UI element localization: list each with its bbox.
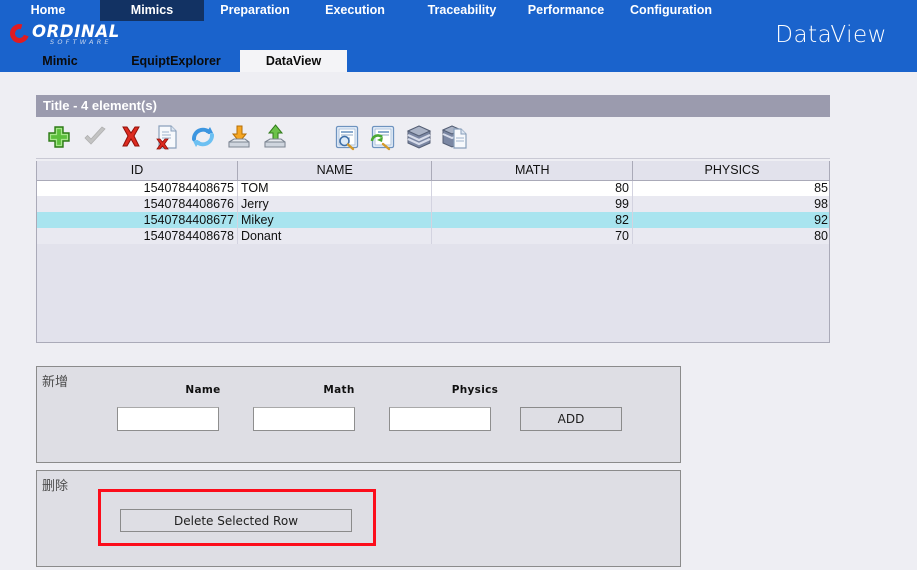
table-row[interactable]: 1540784408676 Jerry 99 98 [37, 196, 829, 212]
cell-name: TOM [237, 180, 433, 196]
cell-id: 1540784408676 [37, 196, 238, 212]
cell-name: Jerry [237, 196, 433, 212]
nav-item-traceability[interactable]: Traceability [412, 0, 512, 21]
cell-physics: 80 [632, 228, 829, 244]
refresh-query-icon[interactable] [368, 122, 398, 152]
tab-dataview[interactable]: DataView [240, 50, 347, 72]
nav-item-preparation[interactable]: Preparation [208, 0, 302, 21]
data-table: ID NAME MATH PHYSICS 1540784408675 TOM 8… [37, 161, 829, 244]
cell-physics: 85 [632, 180, 829, 196]
table-row[interactable]: 1540784408675 TOM 80 85 [37, 180, 829, 196]
database-copy-icon[interactable] [440, 122, 470, 152]
data-table-container[interactable]: ID NAME MATH PHYSICS 1540784408675 TOM 8… [36, 161, 830, 343]
highlight-annotation-box [98, 489, 376, 546]
add-panel-legend: 新增 [42, 375, 69, 390]
column-header-physics[interactable]: PHYSICS [632, 161, 829, 181]
add-row-icon[interactable] [44, 122, 74, 152]
cell-math: 82 [431, 212, 633, 228]
logo-subtitle: SOFTWARE [50, 38, 112, 46]
app-banner: Home Mimics Preparation Execution Tracea… [0, 0, 917, 72]
physics-input[interactable] [389, 407, 491, 431]
cell-id: 1540784408675 [37, 180, 238, 196]
delete-row-icon[interactable] [116, 122, 146, 152]
panel-title: Title - 4 element(s) [36, 95, 830, 117]
cell-math: 70 [431, 228, 633, 244]
math-input[interactable] [253, 407, 355, 431]
column-header-id[interactable]: ID [37, 161, 238, 181]
tab-equiptexplorer[interactable]: EquiptExplorer [112, 50, 240, 72]
table-header-row: ID NAME MATH PHYSICS [37, 161, 829, 181]
ordinal-logo: ORDINAL SOFTWARE [6, 20, 150, 47]
table-row-selected[interactable]: 1540784408677 Mikey 82 92 [37, 212, 829, 228]
nav-item-mimics[interactable]: Mimics [100, 0, 204, 21]
sub-tab-bar: Mimic EquiptExplorer DataView [0, 50, 917, 72]
tab-mimic[interactable]: Mimic [20, 50, 100, 72]
table-row[interactable]: 1540784408678 Donant 70 80 [37, 228, 829, 244]
add-button[interactable]: ADD [520, 407, 622, 431]
search-document-icon[interactable] [332, 122, 362, 152]
main-navigation: Home Mimics Preparation Execution Tracea… [0, 0, 917, 21]
database-icon[interactable] [404, 122, 434, 152]
name-input[interactable] [117, 407, 219, 431]
ordinal-ring-icon [6, 20, 33, 47]
nav-item-execution[interactable]: Execution [312, 0, 398, 21]
cell-name: Mikey [237, 212, 433, 228]
cell-name: Donant [237, 228, 433, 244]
dataview-wordmark: DataView [775, 22, 887, 48]
column-header-math[interactable]: MATH [431, 161, 633, 181]
refresh-icon[interactable] [188, 122, 218, 152]
cell-math: 80 [431, 180, 633, 196]
delete-panel-legend: 删除 [42, 479, 69, 494]
cell-physics: 92 [632, 212, 829, 228]
nav-item-performance[interactable]: Performance [518, 0, 614, 21]
cell-id: 1540784408677 [37, 212, 238, 228]
nav-item-home[interactable]: Home [10, 0, 86, 21]
nav-item-configuration[interactable]: Configuration [620, 0, 722, 21]
add-record-panel: 新增 Name Math Physics ADD [36, 366, 681, 463]
delete-document-icon[interactable] [152, 122, 182, 152]
commit-check-icon[interactable] [80, 122, 110, 152]
cell-physics: 98 [632, 196, 829, 212]
label-physics: Physics [451, 384, 499, 396]
export-icon[interactable] [260, 122, 290, 152]
column-header-name[interactable]: NAME [237, 161, 433, 181]
cell-id: 1540784408678 [37, 228, 238, 244]
import-icon[interactable] [224, 122, 254, 152]
table-toolbar [36, 117, 830, 159]
cell-math: 99 [431, 196, 633, 212]
